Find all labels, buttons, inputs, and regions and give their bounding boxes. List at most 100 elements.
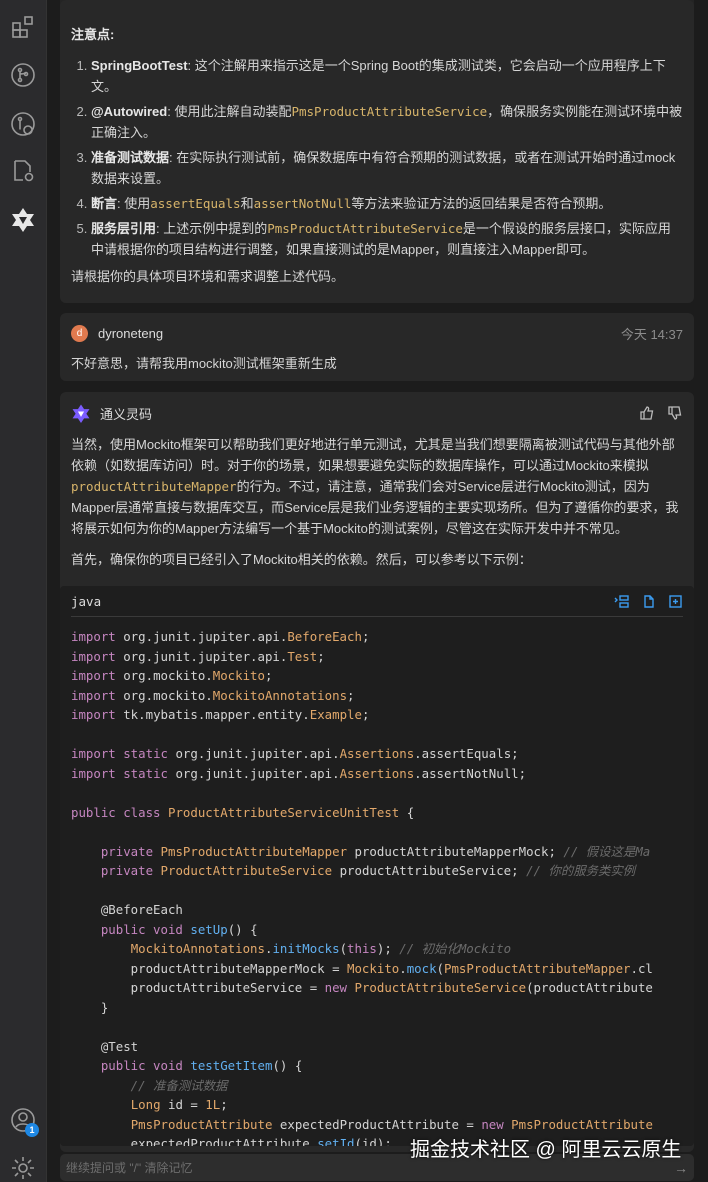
- code-token: static: [115, 765, 168, 781]
- code-token: import: [71, 648, 116, 664]
- code-token: Test: [287, 648, 318, 664]
- inline-code: PmsProductAttributeService: [291, 104, 488, 119]
- previous-answer-card: 注意点: SpringBootTest: 这个注解用来指示这是一个Spring …: [60, 0, 694, 303]
- inline-code: assertNotNull: [253, 196, 352, 211]
- code-line: public void setUp() {: [71, 920, 683, 940]
- bot-message-card: 通义灵码 当然，使用Mockito框架可以帮助我们更好地进行单元测试，尤其是当我…: [60, 392, 694, 1152]
- code-token: public class: [71, 804, 161, 820]
- code-token: import: [71, 746, 116, 761]
- code-line: import org.junit.jupiter.api.BeforeEach;: [71, 627, 683, 647]
- code-line: ​: [71, 822, 683, 842]
- thumbs-down-icon[interactable]: [667, 405, 683, 421]
- code-line: expectedProductAttribute.setId(id);: [71, 1134, 683, 1146]
- code-token: BeforeEach: [287, 629, 362, 644]
- code-token: productAttributeMapperMock =: [71, 960, 348, 976]
- bot-text: 当然，使用Mockito框架可以帮助我们更好地进行单元测试，尤其是当我们想要隔离…: [71, 437, 675, 473]
- closing-text: 请根据你的具体项目环境和需求调整上述代码。: [71, 269, 345, 284]
- code-token: productAttributeService;: [332, 863, 527, 878]
- note-item: SpringBootTest: 这个注解用来指示这是一个Spring Boot的…: [91, 55, 683, 97]
- note-text: : 上述示例中提到的: [156, 221, 268, 236]
- code-token: .: [399, 960, 407, 976]
- git-graph-icon[interactable]: [10, 111, 36, 137]
- code-token: import: [71, 765, 116, 781]
- scrollbar[interactable]: [694, 0, 708, 1182]
- code-line: import static org.junit.jupiter.api.Asse…: [71, 744, 683, 764]
- code-line: MockitoAnnotations.initMocks(this); // 初…: [71, 939, 683, 959]
- code-token: import: [71, 668, 116, 683]
- code-token: org.junit.jupiter.api.: [115, 648, 288, 664]
- code-token: import: [71, 629, 116, 644]
- note-term: 断言: [91, 196, 118, 211]
- code-token: }: [71, 999, 109, 1015]
- tongyi-logo-icon: [72, 404, 90, 423]
- code-token: setId: [317, 1136, 355, 1146]
- code-token: );: [376, 941, 400, 956]
- code-line: import tk.mybatis.mapper.entity.Example;: [71, 705, 683, 725]
- code-token: public void: [71, 921, 183, 937]
- notes-list: SpringBootTest: 这个注解用来指示这是一个Spring Boot的…: [71, 55, 683, 260]
- note-text: : 使用此注解自动装配: [167, 104, 292, 119]
- code-token: ;: [361, 707, 370, 722]
- code-token: .assertNotNull;: [414, 765, 527, 781]
- code-line: // 准备测试数据: [71, 1076, 683, 1096]
- code-token: PmsProductAttributeMapper: [444, 960, 631, 976]
- source-control-icon[interactable]: [10, 62, 36, 88]
- send-arrow-icon[interactable]: →: [674, 1160, 688, 1176]
- note-term: SpringBootTest: [91, 58, 188, 73]
- code-line: import org.mockito.MockitoAnnotations;: [71, 686, 683, 706]
- code-token: Mockito: [212, 668, 265, 683]
- code-token: // 假设这是Ma: [563, 843, 651, 859]
- new-file-icon[interactable]: [668, 594, 683, 609]
- note-item: 断言: 使用assertEquals和assertNotNull等方法来验证方法…: [91, 193, 683, 214]
- code-token: private: [71, 843, 154, 859]
- code-content: import org.junit.jupiter.api.BeforeEach;…: [60, 617, 683, 1146]
- thumbs-up-icon[interactable]: [639, 405, 655, 421]
- chat-input[interactable]: [66, 1160, 674, 1175]
- code-line: import org.mockito.Mockito;: [71, 666, 683, 686]
- insert-code-icon[interactable]: [614, 594, 629, 609]
- code-language: java: [71, 593, 102, 609]
- extensions-icon[interactable]: [10, 14, 36, 40]
- code-line: Long id = 1L;: [71, 1095, 683, 1115]
- code-line: public class ProductAttributeServiceUnit…: [71, 803, 683, 823]
- code-token: org.junit.jupiter.api.: [167, 765, 340, 781]
- copy-icon[interactable]: [641, 594, 656, 609]
- code-line: ​: [71, 725, 683, 745]
- gear-icon[interactable]: [10, 1155, 36, 1181]
- code-token: static: [115, 746, 168, 761]
- code-token: Long: [130, 1097, 161, 1112]
- note-item: 服务层引用: 上述示例中提到的PmsProductAttributeServic…: [91, 218, 683, 260]
- code-token: ;: [361, 629, 370, 644]
- code-line: @Test: [71, 1037, 683, 1057]
- user-message-text: 不好意思，请帮我用mockito测试框架重新生成: [71, 356, 337, 371]
- chat-panel: 注意点: SpringBootTest: 这个注解用来指示这是一个Spring …: [47, 0, 694, 1182]
- bot-name: 通义灵码: [100, 406, 153, 422]
- note-text: : 使用: [117, 196, 151, 211]
- note-text: 等方法来验证方法的返回结果是否符合预期。: [351, 196, 612, 211]
- bot-paragraph: 首先，确保你的项目已经引入了Mockito相关的依赖。然后，可以参考以下示例：: [71, 552, 532, 567]
- note-item: 准备测试数据: 在实际执行测试前，确保数据库中有符合预期的测试数据，或者在测试开…: [91, 147, 683, 189]
- tongyi-lingma-icon[interactable]: [10, 206, 36, 232]
- code-token: {: [399, 804, 415, 820]
- code-line: import org.junit.jupiter.api.Test;: [71, 647, 683, 667]
- code-line: ​: [71, 881, 683, 901]
- code-token: (: [436, 960, 445, 976]
- note-term: @Autowired: [91, 104, 168, 119]
- code-token: tk.mybatis.mapper.entity.: [115, 707, 310, 722]
- user-message-card: d dyroneteng 今天 14:37 不好意思，请帮我用mockito测试…: [60, 313, 694, 381]
- code-token: private: [71, 863, 154, 878]
- settings-file-icon[interactable]: [10, 158, 36, 184]
- code-token: ProductAttributeServiceUnitTest: [168, 804, 400, 820]
- code-line: ​: [71, 1017, 683, 1037]
- code-token: setUp: [190, 921, 228, 937]
- code-line: import static org.junit.jupiter.api.Asse…: [71, 764, 683, 784]
- code-line: }: [71, 998, 683, 1018]
- account-icon[interactable]: 1: [10, 1107, 39, 1137]
- code-line: public void testGetItem() {: [71, 1056, 683, 1076]
- code-token: this: [347, 941, 377, 956]
